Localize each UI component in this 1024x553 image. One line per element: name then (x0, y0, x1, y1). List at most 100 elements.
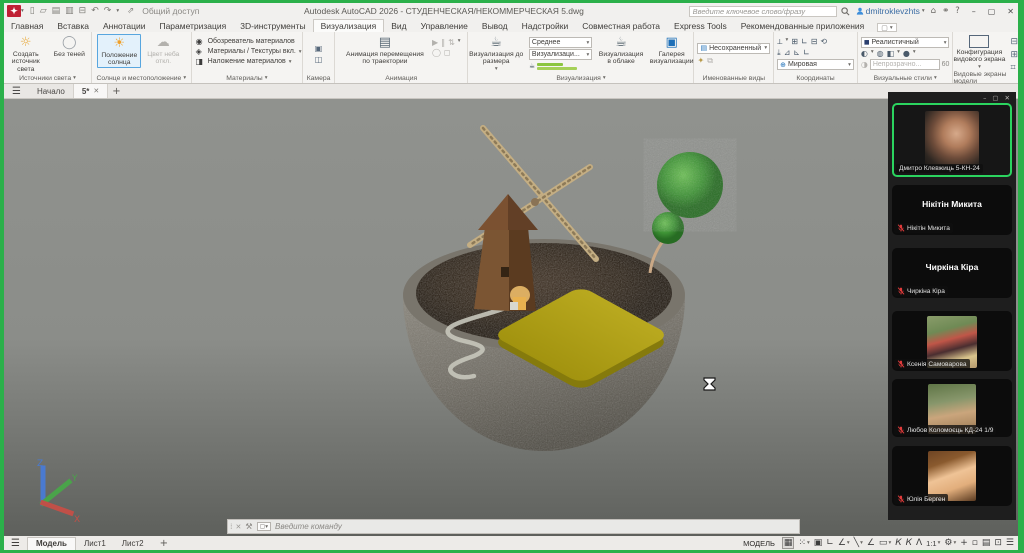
ucs-icon[interactable]: ⟂ (777, 37, 782, 47)
show-cameras-icon[interactable]: ◫ (315, 55, 323, 64)
opacity-icon[interactable]: ◑ (861, 60, 868, 69)
render-gallery-button[interactable]: ▣ Галерея визуализации (650, 34, 694, 66)
signed-in-user[interactable]: dmitroklevzhts ▾ (856, 6, 925, 16)
new-view-icon[interactable]: ✦ (697, 56, 704, 66)
layout-tab-sheet1[interactable]: Лист1 (76, 537, 114, 550)
pause-animation-icon[interactable]: ‖ (441, 38, 445, 47)
command-line-close-icon[interactable]: ✕ (236, 523, 242, 531)
save-icon[interactable]: ▤ (52, 6, 61, 16)
annotation-autoscale-icon[interactable]: К (906, 538, 912, 548)
no-shadows-button[interactable]: ◯ Без теней (48, 34, 92, 58)
customize-status-icon[interactable]: ☰ (1006, 538, 1014, 548)
object-snap-icon[interactable]: ▭▾ (879, 538, 891, 548)
panel-lights-label[interactable]: Источники света▾ (4, 73, 91, 83)
print-icon[interactable]: ⊟ (79, 6, 87, 16)
new-layout-button[interactable]: + (152, 538, 176, 549)
search-icon[interactable] (841, 7, 850, 16)
file-tab-current[interactable]: 5* ✕ (74, 84, 108, 98)
meeting-restore-icon[interactable]: ▢ (992, 94, 998, 102)
viewport-join-icon[interactable]: ⊟ (1010, 37, 1018, 47)
command-prompt-placeholder[interactable]: Введите команду (275, 522, 342, 531)
polar-tracking-icon[interactable]: ∠▾ (838, 538, 850, 548)
material-mapping-button[interactable]: ◨Наложение материалов▾ (196, 57, 302, 66)
help-search-input[interactable]: Введите ключевое слово/фразу (689, 6, 837, 17)
new-file-icon[interactable]: ▯ (30, 6, 35, 16)
tab-vizualizaciya[interactable]: Визуализация (313, 19, 385, 32)
open-file-icon[interactable]: ▱ (40, 6, 47, 16)
participant-tile[interactable]: Любов Коломоєць КД-24 1/9 (892, 379, 1012, 437)
play-animation-icon[interactable]: ▶ (432, 38, 438, 47)
file-tab-start[interactable]: Начало (29, 84, 74, 98)
share-label[interactable]: Общий доступ (142, 6, 199, 16)
clean-screen-icon[interactable]: ⊡ (994, 538, 1002, 548)
file-tab-close-icon[interactable]: ✕ (93, 87, 99, 95)
tab-annotacii[interactable]: Аннотации (96, 19, 153, 32)
material-browser-button[interactable]: ◉Обозреватель материалов (196, 37, 302, 46)
tab-rekomendovannye[interactable]: Рекомендованные приложения (734, 19, 871, 32)
layout-menu-icon[interactable]: ☰ (4, 538, 27, 549)
workspace-switching-icon[interactable]: ⚙▾ (944, 538, 956, 548)
render-to-size-button[interactable]: ☕ Визуализация до размера ▾ (468, 34, 523, 72)
ucs-object-icon[interactable]: ⊿ (784, 48, 791, 58)
participant-tile[interactable]: Ксенія Самоварова (892, 311, 1012, 371)
walk-fly-arrow-icon[interactable]: ▾ (458, 38, 461, 47)
tab-upravlenie[interactable]: Управление (414, 19, 475, 32)
named-views-select[interactable]: ▤ Несохраненный▾ (697, 43, 770, 54)
panel-coordinates-label[interactable]: Координаты (774, 73, 857, 83)
snap-toggle-icon[interactable]: ⁙▾ (798, 538, 809, 548)
save-as-icon[interactable]: ▥ (65, 6, 74, 16)
panel-render-label[interactable]: Визуализация▾ (468, 73, 693, 83)
command-line-grip[interactable]: ⁞ (228, 522, 232, 531)
panel-styles-label[interactable]: Визуальные стили▾ (858, 73, 953, 83)
sun-status-button[interactable]: ☀ Положение солнца (97, 34, 141, 68)
participant-tile[interactable]: Чиркіна Кіра Чиркіна Кіра (892, 248, 1012, 298)
annotation-monitor-icon[interactable]: + (960, 538, 968, 548)
collaborate-icon[interactable]: ⚭ (942, 6, 949, 16)
ucs-world-icon[interactable]: ⊞ (791, 37, 798, 47)
panel-camera-label[interactable]: Камера (303, 73, 334, 83)
redo-icon[interactable]: ↷ (104, 6, 112, 16)
layout-tab-sheet2[interactable]: Лист2 (114, 537, 152, 550)
command-line-customize-icon[interactable]: ⚒ (245, 522, 252, 531)
create-light-button[interactable]: ☼ Создать источник света (4, 34, 48, 73)
viewport-configuration-button[interactable]: Конфигурация видового экрана ▾ (953, 34, 1005, 70)
app-logo-icon[interactable]: ✦ (7, 5, 21, 17)
ucs-z-axis-icon[interactable]: ⊾ (793, 48, 800, 58)
walk-fly-icon[interactable]: ⇅ (448, 38, 455, 47)
visual-style-select[interactable]: ■ Реалистичный▾ (861, 37, 950, 48)
dynamic-input-icon[interactable]: ▣ (814, 538, 823, 548)
materials-toggle-icon[interactable]: ● (903, 49, 910, 58)
view-manager-icon[interactable]: ⧉ (707, 56, 713, 66)
tab-3d-instrumenty[interactable]: 3D-инструменты (233, 19, 312, 32)
textures-toggle-icon[interactable]: ◧ (887, 49, 895, 58)
new-drawing-tab-button[interactable]: + (112, 86, 120, 97)
layout-tab-model[interactable]: Модель (27, 537, 76, 550)
app-menu-arrow-icon[interactable]: ▾ (21, 8, 24, 14)
render-in-cloud-button[interactable]: ☕ Визуализация в облаке (597, 34, 645, 66)
panel-sun-label[interactable]: Солнце и местоположение▾ (92, 73, 191, 83)
recent-commands-icon[interactable]: ▢▾ (257, 522, 271, 531)
stop-animation-icon[interactable]: ◻ (444, 48, 451, 57)
model-space-toggle[interactable]: МОДЕЛЬ (740, 539, 778, 548)
ucs-3point-icon[interactable]: ∟ (803, 48, 810, 58)
object-snap-tracking-icon[interactable]: ∠ (867, 538, 875, 548)
tab-glavnaya[interactable]: Главная (4, 19, 50, 32)
grid-toggle-icon[interactable]: ▦ (782, 537, 795, 549)
tab-parametrizaciya[interactable]: Параметризация (152, 19, 233, 32)
ucs-origin-icon[interactable]: ∟ (801, 37, 808, 47)
ribbon-display-toggle[interactable]: ▢ ▾ (877, 23, 896, 32)
motion-path-animation-button[interactable]: ▤ Анимация перемещения по траектории (342, 34, 428, 66)
shadows-icon[interactable]: ◍ (877, 49, 884, 58)
close-button[interactable]: ✕ (1007, 7, 1014, 16)
qat-customize-arrow-icon[interactable]: ▾ (116, 6, 119, 16)
viewport-restore-icon[interactable]: ⊞ (1010, 50, 1018, 60)
graphics-performance-icon[interactable]: ▤ (982, 538, 991, 548)
meeting-close-icon[interactable]: ✕ (1005, 94, 1010, 102)
tab-vyvod[interactable]: Вывод (475, 19, 515, 32)
tab-vstavka[interactable]: Вставка (50, 19, 96, 32)
maximize-button[interactable]: ▢ (988, 7, 996, 16)
record-animation-icon[interactable]: ◯ (432, 48, 441, 57)
command-line[interactable]: ⁞ ✕ ⚒ ▢▾ Введите команду (227, 519, 800, 534)
render-quality-select[interactable]: Среднее▾ (529, 37, 592, 48)
file-tab-menu-icon[interactable]: ☰ (4, 86, 29, 97)
